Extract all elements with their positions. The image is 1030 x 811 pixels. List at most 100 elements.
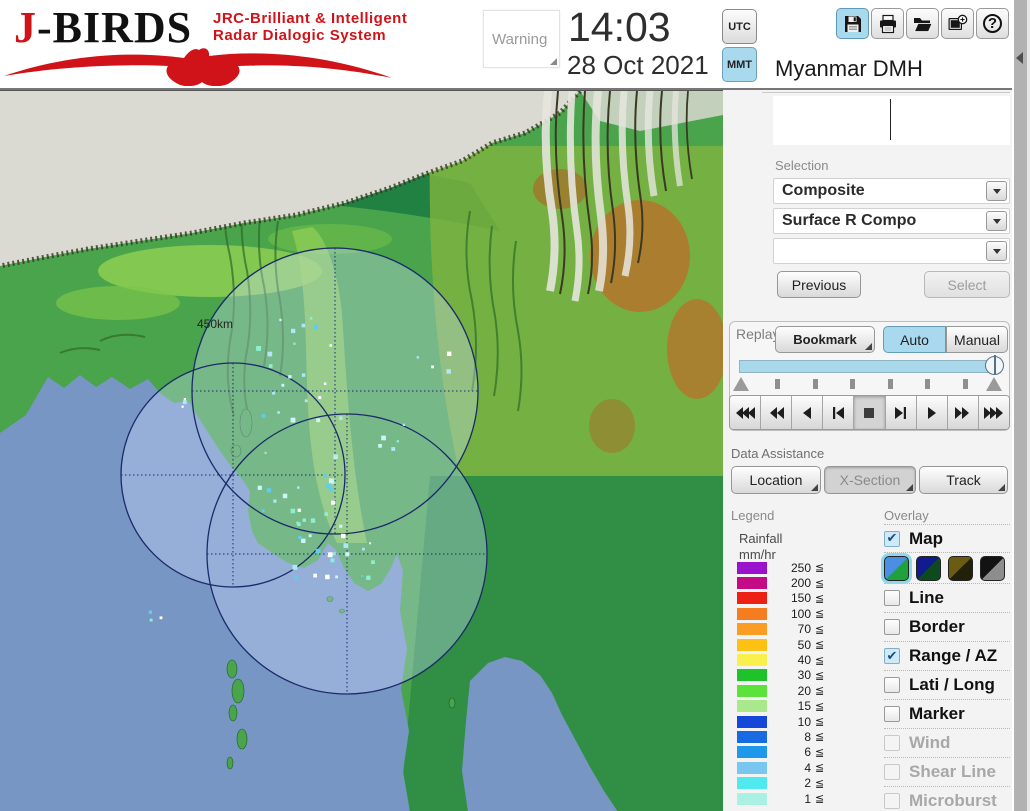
playback-toolbar — [729, 395, 1010, 430]
composite-select-value: Composite — [782, 182, 865, 199]
chevron-down-icon — [992, 188, 1001, 194]
step-first-icon — [832, 406, 844, 419]
legend-unit-symbol: ≦ — [815, 792, 825, 806]
xsection-button[interactable]: X-Section — [824, 466, 916, 494]
replay-slider-track[interactable] — [739, 360, 1001, 373]
slider-start-marker[interactable] — [733, 377, 749, 391]
track-button[interactable]: Track — [919, 466, 1008, 494]
tagline-line2: Radar Dialogic System — [213, 27, 387, 44]
legend-unit-symbol: ≦ — [815, 730, 825, 744]
legend-row: 200 ≦ — [737, 575, 847, 590]
info-divider — [890, 99, 891, 140]
legend-unit-symbol: ≦ — [815, 638, 825, 652]
legend-color-swatch — [737, 700, 767, 713]
slider-tick — [963, 379, 968, 389]
legend-color-swatch — [737, 592, 767, 605]
legend-row: 150 ≦ — [737, 591, 847, 606]
location-label: Location — [749, 472, 803, 488]
overlay-item-wind: ✔ Wind — [884, 729, 1010, 758]
legend-value: 4 — [804, 760, 811, 775]
map-checkbox[interactable]: ✔ — [884, 530, 900, 547]
map-style-swatch-2[interactable] — [916, 555, 941, 581]
legend-color-swatch — [737, 761, 767, 774]
legend-unit-symbol: ≦ — [815, 745, 825, 759]
station-name: Myanmar DMH — [775, 56, 923, 81]
clock-date: 28 Oct 2021 — [567, 50, 709, 80]
dropdown-button[interactable] — [986, 181, 1007, 201]
stop-button[interactable] — [854, 396, 886, 429]
slider-end-marker[interactable] — [986, 377, 1002, 391]
collapse-arrow-icon[interactable] — [1016, 52, 1023, 64]
rewind-button[interactable] — [761, 396, 793, 429]
overlay-item-microburst: ✔ Microburst — [884, 787, 1010, 811]
manual-button[interactable]: Manual — [946, 326, 1008, 353]
map-style-swatch-4[interactable] — [980, 555, 1005, 581]
legend-color-swatch — [737, 638, 767, 651]
location-button[interactable]: Location — [731, 466, 821, 494]
map-style-swatch-3[interactable] — [948, 555, 973, 581]
rewind-fast-icon — [735, 406, 755, 419]
panel-collapse-strip[interactable] — [1012, 0, 1027, 811]
save-button[interactable] — [836, 8, 869, 39]
panel-separator — [762, 92, 1010, 93]
radar-map[interactable]: 450km — [0, 90, 723, 811]
legend-title-line1: Rainfall — [739, 531, 783, 546]
overlay-item-label: Border — [909, 617, 965, 636]
mmt-button[interactable]: MMT — [722, 47, 757, 82]
legend-unit-symbol: ≦ — [815, 622, 825, 636]
warning-panel[interactable]: Warning — [483, 10, 560, 68]
lati-long-checkbox[interactable]: ✔ — [884, 677, 900, 693]
dropdown-button[interactable] — [986, 211, 1007, 231]
border-checkbox[interactable]: ✔ — [884, 619, 900, 635]
legend-row: 50 ≦ — [737, 637, 847, 652]
option-select[interactable] — [773, 238, 1010, 264]
dropdown-button[interactable] — [986, 241, 1007, 261]
overlay-item-marker[interactable]: ✔ Marker — [884, 700, 1010, 729]
resize-handle-icon[interactable] — [550, 58, 557, 65]
previous-button[interactable]: Previous — [777, 271, 861, 298]
replay-label: Replay — [736, 326, 780, 342]
overlay-item-label: Shear Line — [909, 762, 996, 781]
menu-corner-icon — [865, 343, 872, 350]
overlay-item-label: Range / AZ — [909, 646, 998, 665]
utc-button[interactable]: UTC — [722, 9, 757, 44]
overlay-item-label: Marker — [909, 704, 965, 723]
forward-fast-icon — [984, 406, 1004, 419]
composite-select[interactable]: Composite — [773, 178, 1010, 204]
play-button[interactable] — [916, 396, 948, 429]
help-button[interactable]: ? — [976, 8, 1009, 39]
legend-row: 4 ≦ — [737, 760, 847, 775]
print-button[interactable] — [871, 8, 904, 39]
stop-icon — [864, 407, 875, 418]
forward-fast-button[interactable] — [978, 396, 1009, 429]
legend-value: 20 — [797, 683, 811, 698]
replay-slider-handle[interactable] — [985, 355, 1004, 375]
overlay-item-border[interactable]: ✔ Border — [884, 613, 1010, 642]
add-image-button[interactable] — [941, 8, 974, 39]
legend-row: 1 ≦ — [737, 791, 847, 806]
marker-checkbox[interactable]: ✔ — [884, 706, 900, 722]
chevron-down-icon — [992, 248, 1001, 254]
open-file-button[interactable] — [906, 8, 939, 39]
line-checkbox[interactable]: ✔ — [884, 590, 900, 606]
rewind-fast-button[interactable] — [730, 396, 762, 429]
play-icon — [927, 406, 936, 419]
open-folder-icon — [913, 17, 933, 32]
product-select[interactable]: Surface R Compo — [773, 208, 1010, 234]
step-last-button[interactable] — [885, 396, 917, 429]
overlay-item-map[interactable]: ✔ Map — [884, 524, 1010, 553]
legend-color-swatch — [737, 730, 767, 743]
overlay-item-range-az[interactable]: ✔ Range / AZ — [884, 642, 1010, 671]
select-button[interactable]: Select — [924, 271, 1010, 298]
auto-button[interactable]: Auto — [883, 326, 946, 353]
reverse-play-button[interactable] — [792, 396, 824, 429]
legend-unit-symbol: ≦ — [815, 761, 825, 775]
step-first-button[interactable] — [823, 396, 855, 429]
range-az-checkbox[interactable]: ✔ — [884, 648, 900, 664]
map-style-swatch-1[interactable] — [884, 555, 909, 581]
bookmark-button[interactable]: Bookmark — [775, 326, 875, 353]
overlay-item-lati-long[interactable]: ✔ Lati / Long — [884, 671, 1010, 700]
tagline-line1: JRC-Brilliant & Intelligent — [213, 10, 408, 27]
overlay-item-line[interactable]: ✔ Line — [884, 584, 1010, 613]
forward-button[interactable] — [947, 396, 979, 429]
